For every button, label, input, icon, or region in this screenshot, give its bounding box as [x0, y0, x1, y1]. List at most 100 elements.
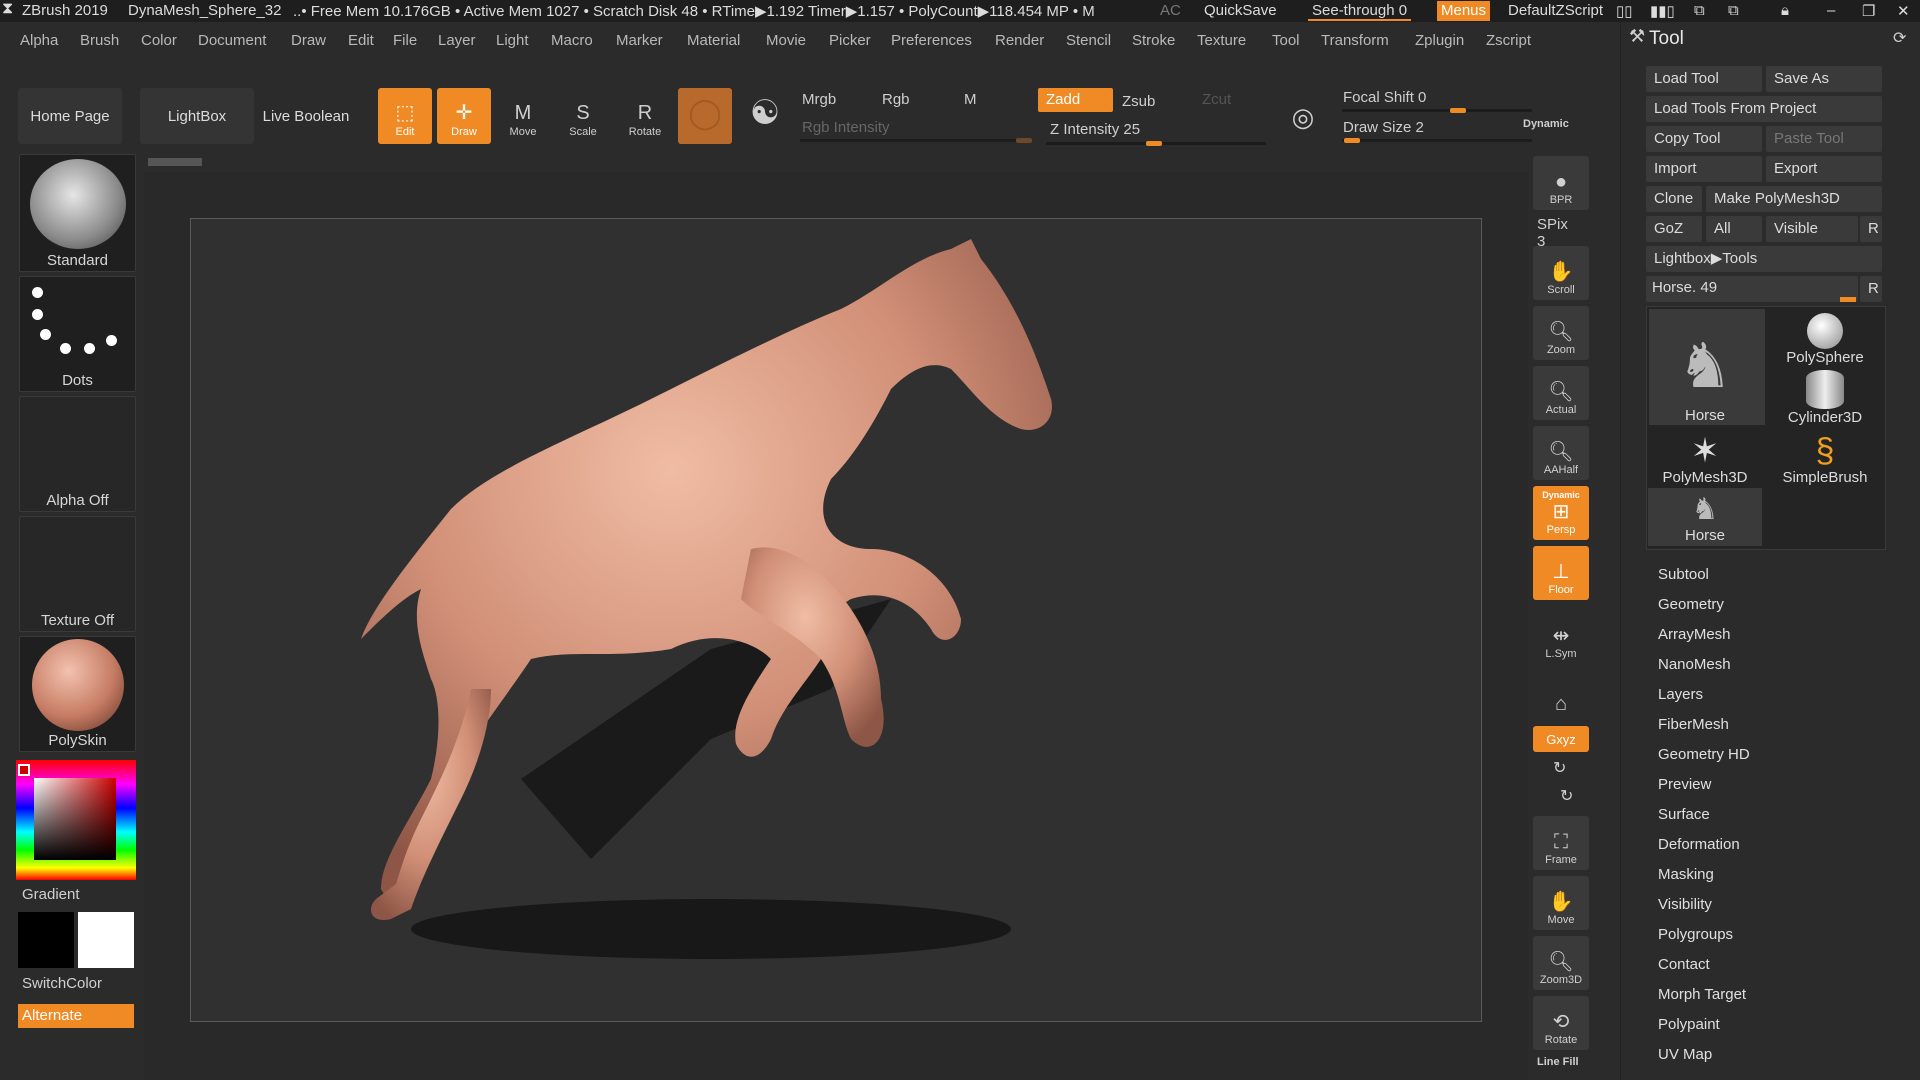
- section-masking[interactable]: Masking: [1658, 866, 1714, 883]
- color-swatch-button[interactable]: ☯: [738, 88, 792, 144]
- menu-file[interactable]: File: [393, 32, 417, 49]
- material-swatch-button[interactable]: ◯: [678, 88, 732, 144]
- section-polypaint[interactable]: Polypaint: [1658, 1016, 1720, 1033]
- default-zscript-button[interactable]: DefaultZScript: [1504, 1, 1607, 21]
- scroll-button[interactable]: ✋ Scroll: [1533, 246, 1589, 300]
- menu-alpha[interactable]: Alpha: [20, 32, 58, 49]
- draw-button[interactable]: ✛ Draw: [437, 88, 491, 144]
- menus-button[interactable]: Menus: [1437, 1, 1491, 21]
- rotate-z-icon[interactable]: ↻: [1560, 786, 1573, 806]
- move-button[interactable]: M Move: [496, 88, 550, 144]
- menu-texture[interactable]: Texture: [1197, 32, 1246, 49]
- load-tool-button[interactable]: Load Tool: [1646, 66, 1762, 92]
- zoom3d-button[interactable]: 🔍︎ Zoom3D: [1533, 936, 1589, 990]
- load-tools-from-project-button[interactable]: Load Tools From Project: [1646, 96, 1882, 122]
- section-layers[interactable]: Layers: [1658, 686, 1703, 703]
- sym-circle-button[interactable]: ◎: [1282, 88, 1324, 144]
- section-visibility[interactable]: Visibility: [1658, 896, 1712, 913]
- layout-icon[interactable]: ▯▯: [1616, 2, 1633, 20]
- gradient-icon[interactable]: ▮▮▯: [1650, 2, 1675, 20]
- section-arraymesh[interactable]: ArrayMesh: [1658, 626, 1731, 643]
- section-subtool[interactable]: Subtool: [1658, 566, 1709, 583]
- mrgb-toggle[interactable]: Mrgb: [794, 88, 844, 112]
- actual-button[interactable]: 🔍︎ Actual: [1533, 366, 1589, 420]
- current-tool-r-button[interactable]: R: [1860, 276, 1882, 302]
- paste-tool-button[interactable]: Paste Tool: [1766, 126, 1882, 152]
- menu-material[interactable]: Material: [687, 32, 740, 49]
- menu-picker[interactable]: Picker: [829, 32, 871, 49]
- zcut-toggle[interactable]: Zcut: [1194, 88, 1239, 112]
- tool-thumb-cylinder3d[interactable]: Cylinder3D: [1768, 370, 1882, 428]
- material-slot[interactable]: PolySkin: [19, 636, 136, 752]
- transp-button[interactable]: ⌂: [1533, 666, 1589, 720]
- menu-zscript[interactable]: Zscript: [1486, 32, 1531, 49]
- gradient-label[interactable]: Gradient: [22, 886, 80, 903]
- edit-button[interactable]: ⬚ Edit: [378, 88, 432, 144]
- stroke-slot[interactable]: Dots: [19, 276, 136, 392]
- goz-visible-button[interactable]: Visible: [1766, 216, 1858, 242]
- section-fibermesh[interactable]: FiberMesh: [1658, 716, 1729, 733]
- z-intensity-slider[interactable]: [1046, 141, 1266, 146]
- menu-tool[interactable]: Tool: [1272, 32, 1300, 49]
- menu-movie[interactable]: Movie: [766, 32, 806, 49]
- section-deformation[interactable]: Deformation: [1658, 836, 1740, 853]
- section-nanomesh[interactable]: NanoMesh: [1658, 656, 1731, 673]
- menu-layer[interactable]: Layer: [438, 32, 476, 49]
- zsub-toggle[interactable]: Zsub: [1114, 90, 1194, 114]
- tool-thumb-horse-2[interactable]: ♞ Horse: [1648, 488, 1762, 546]
- menu-preferences[interactable]: Preferences: [891, 32, 972, 49]
- menu-zplugin[interactable]: Zplugin: [1415, 32, 1464, 49]
- rotate-view-button[interactable]: ⟲ Rotate: [1533, 996, 1589, 1050]
- goz-r-button[interactable]: R: [1860, 216, 1882, 242]
- section-preview[interactable]: Preview: [1658, 776, 1711, 793]
- xyz-button[interactable]: Gxyz: [1533, 726, 1589, 752]
- live-boolean-button[interactable]: Live Boolean: [256, 88, 356, 144]
- tool-thumb-polysphere[interactable]: PolySphere: [1768, 310, 1882, 368]
- rotate-button[interactable]: R Rotate: [618, 88, 672, 144]
- zoom-button[interactable]: 🔍︎ Zoom: [1533, 306, 1589, 360]
- menu-document[interactable]: Document: [198, 32, 266, 49]
- menu-macro[interactable]: Macro: [551, 32, 593, 49]
- section-surface[interactable]: Surface: [1658, 806, 1710, 823]
- bpr-button[interactable]: ● BPR: [1533, 156, 1589, 210]
- alternate-button[interactable]: Alternate: [18, 1004, 134, 1028]
- alpha-slot[interactable]: Alpha Off: [19, 396, 136, 512]
- close-icon[interactable]: ✕: [1897, 2, 1910, 20]
- menu-light[interactable]: Light: [496, 32, 529, 49]
- menu-stroke[interactable]: Stroke: [1132, 32, 1175, 49]
- m-toggle[interactable]: M: [956, 88, 985, 112]
- secondary-color-swatch[interactable]: [78, 912, 134, 968]
- color-square[interactable]: [34, 778, 116, 860]
- menu-edit[interactable]: Edit: [348, 32, 374, 49]
- document-canvas[interactable]: [190, 218, 1482, 1022]
- rgb-toggle[interactable]: Rgb: [874, 88, 918, 112]
- aahalf-button[interactable]: 🔍︎ AAHalf: [1533, 426, 1589, 480]
- zadd-toggle[interactable]: Zadd: [1038, 88, 1113, 112]
- section-geometry[interactable]: Geometry: [1658, 596, 1724, 613]
- draw-size-slider[interactable]: [1342, 138, 1532, 143]
- scale-button[interactable]: S Scale: [556, 88, 610, 144]
- section-uv-map[interactable]: UV Map: [1658, 1046, 1712, 1063]
- rgb-intensity-slider[interactable]: [800, 138, 1032, 143]
- menu-brush[interactable]: Brush: [80, 32, 119, 49]
- frame-button[interactable]: ⛶ Frame: [1533, 816, 1589, 870]
- tool-thumb-polymesh3d[interactable]: ✶ PolyMesh3D: [1648, 430, 1762, 488]
- section-morph-target[interactable]: Morph Target: [1658, 986, 1746, 1003]
- minimize-icon[interactable]: –: [1827, 2, 1835, 19]
- switch-icon[interactable]: ⧉: [1694, 2, 1705, 19]
- horse-model[interactable]: [191, 219, 1481, 1021]
- section-geometry-hd[interactable]: Geometry HD: [1658, 746, 1750, 763]
- move-view-button[interactable]: ✋ Move: [1533, 876, 1589, 930]
- see-through-slider[interactable]: See-through 0: [1308, 1, 1412, 21]
- line-fill-button[interactable]: Line Fill: [1537, 1056, 1579, 1068]
- clone-button[interactable]: Clone: [1646, 186, 1702, 212]
- menu-draw[interactable]: Draw: [291, 32, 326, 49]
- floor-button[interactable]: ⊥ Floor: [1533, 546, 1589, 600]
- menu-stencil[interactable]: Stencil: [1066, 32, 1111, 49]
- focal-shift-slider[interactable]: [1342, 108, 1532, 113]
- brush-slot[interactable]: Standard: [19, 154, 136, 272]
- tool-thumb-simplebrush[interactable]: § SimpleBrush: [1768, 430, 1882, 488]
- rotate-y-icon[interactable]: ↻: [1553, 758, 1566, 778]
- canvas-top-scrollbar[interactable]: [148, 158, 202, 166]
- persp-button[interactable]: Dynamic ⊞ Persp: [1533, 486, 1589, 540]
